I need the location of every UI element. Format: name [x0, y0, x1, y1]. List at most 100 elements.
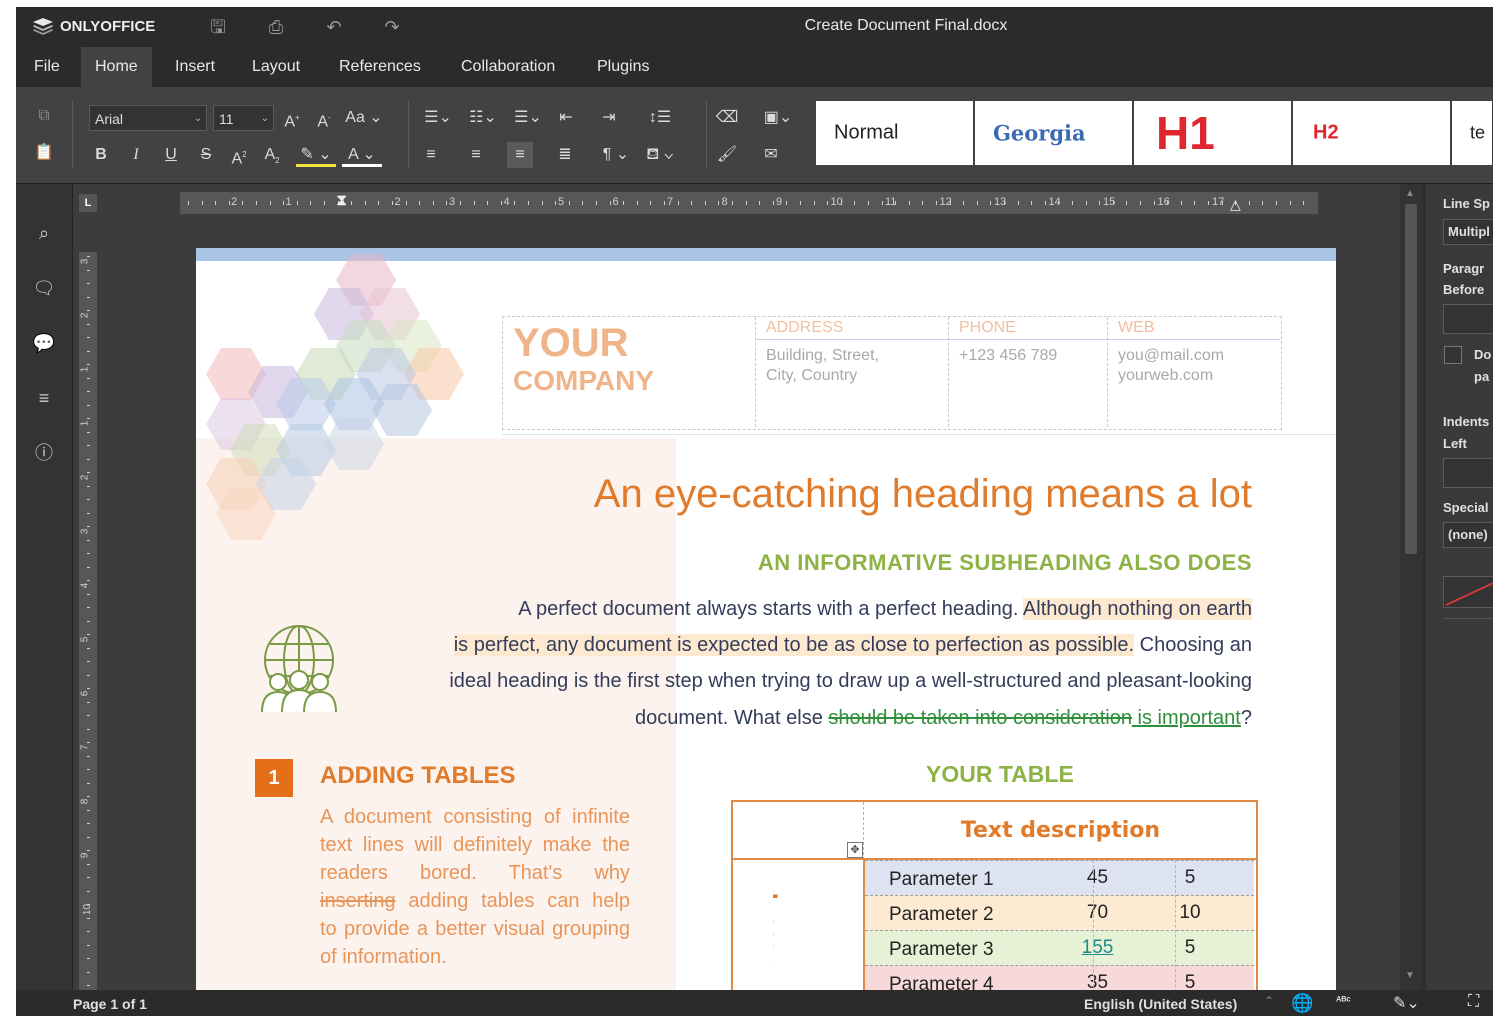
copy-style-icon[interactable]: 🖌 — [714, 142, 740, 168]
left-indent-input[interactable] — [1443, 458, 1493, 488]
tab-stop-selector[interactable]: L — [79, 194, 97, 212]
scroll-up-icon[interactable]: ▲ — [1405, 188, 1415, 199]
align-center-icon[interactable]: ≡ — [463, 142, 489, 168]
spellcheck-icon[interactable]: ᴬᴮᶜ — [1336, 995, 1351, 1007]
paste-icon[interactable]: 📋 — [31, 140, 57, 166]
ruler-tick — [949, 201, 951, 205]
tab-collaboration[interactable]: Collaboration — [447, 47, 569, 87]
clear-style-icon[interactable]: ⌫ — [714, 105, 740, 131]
right-indent-marker-icon[interactable]: △ — [1230, 196, 1241, 213]
mail-merge-icon[interactable]: ✉ — [758, 142, 784, 168]
track-changes-icon[interactable]: ✎⌄ — [1393, 993, 1420, 1013]
ruler-tick — [364, 201, 366, 205]
nonprinting-chars-icon[interactable]: ¶ ⌄ — [596, 142, 636, 168]
subscript-icon[interactable]: A2 — [259, 142, 285, 168]
dont-add-interval-checkbox[interactable] — [1444, 346, 1462, 364]
superscript-icon[interactable]: A2 — [226, 142, 252, 168]
tab-file[interactable]: File — [20, 47, 74, 87]
table-grid-line — [863, 802, 864, 860]
background-color-picker[interactable] — [1443, 576, 1493, 608]
tracked-insertion[interactable]: is important — [1132, 707, 1240, 729]
style-text[interactable]: te — [1452, 101, 1492, 165]
scroll-down-icon[interactable]: ▼ — [1405, 970, 1415, 981]
chevron-up-icon[interactable]: ⌃ — [1264, 994, 1274, 1008]
decrease-indent-icon[interactable]: ⇤ — [553, 105, 579, 131]
ruler-number: 3 — [79, 528, 91, 535]
scrollbar-thumb[interactable] — [1405, 204, 1417, 554]
ruler-tick — [87, 836, 90, 838]
horizontal-ruler[interactable]: 2 1 1 2 3 4 5 6 7 8 9 10 11 12 13 14 15 16 17 ⧗ △ — [180, 192, 1318, 214]
value-cell: 155 — [1081, 937, 1114, 958]
document-language-icon[interactable]: 🌐 — [1291, 993, 1313, 1014]
color-scheme-icon[interactable]: ▣⌄ — [758, 105, 798, 131]
data-table[interactable]: ✥ Text description Text description Para… — [731, 800, 1258, 990]
tab-layout[interactable]: Layout — [238, 47, 314, 87]
strikethrough-icon[interactable]: S — [193, 142, 219, 168]
highlight-color-icon[interactable]: ✎ ⌄ — [296, 142, 336, 167]
tracked-deletion[interactable]: should be taken into consideration — [828, 707, 1132, 729]
navigation-icon[interactable]: ≡ — [32, 386, 56, 410]
text-run: A perfect document always starts with a … — [518, 598, 1023, 620]
underline-icon[interactable]: U — [158, 142, 184, 168]
style-h2[interactable]: H2 — [1293, 101, 1450, 165]
ruler-tick — [87, 512, 90, 514]
table-row[interactable]: Parameter 1 45 5 — [865, 860, 1254, 896]
language-indicator[interactable]: English (United States) — [1084, 996, 1237, 1012]
ruler-tick — [87, 391, 90, 392]
fit-page-icon[interactable]: ⛶ — [1468, 993, 1479, 1011]
chat-icon[interactable]: 💬 — [32, 331, 56, 355]
ruler-tick — [87, 310, 90, 311]
tab-insert[interactable]: Insert — [161, 47, 229, 87]
table-row[interactable]: Parameter 4 35 5 — [865, 965, 1254, 990]
comments-icon[interactable]: 🗨 — [32, 276, 56, 300]
table-move-handle-icon[interactable]: ✥ — [847, 842, 863, 858]
shading-icon[interactable]: ⛾ ⌄ — [640, 142, 680, 168]
phone-header: PHONE — [949, 317, 1107, 340]
ruler-tick — [87, 809, 90, 811]
style-normal[interactable]: Normal — [816, 101, 973, 165]
align-left-icon[interactable]: ≡ — [418, 142, 444, 168]
table-row[interactable]: Parameter 2 70 10 — [865, 895, 1254, 931]
style-georgia[interactable]: Georgia — [975, 101, 1132, 165]
style-h1[interactable]: H1 — [1134, 101, 1291, 165]
increase-font-icon[interactable]: A+ — [279, 105, 305, 131]
indent-marker-icon[interactable]: ⧗ — [336, 192, 347, 210]
font-name-select[interactable]: Arial ⌄ — [89, 105, 207, 131]
page-counter[interactable]: Page 1 of 1 — [73, 996, 147, 1012]
search-icon[interactable]: ⌕ — [32, 221, 56, 245]
ruler-number: 3 — [449, 196, 456, 208]
address-value: Building, Street, City, Country — [766, 347, 879, 384]
vertical-ruler[interactable]: 3 2 1 1 2 3 4 5 6 7 8 9 10 — [79, 252, 97, 990]
about-icon[interactable]: ⓘ — [32, 441, 56, 465]
bold-icon[interactable]: B — [88, 142, 114, 168]
table-row[interactable]: Parameter 3 155 5 — [865, 930, 1254, 966]
italic-icon[interactable]: I — [123, 142, 149, 168]
line-spacing-icon[interactable]: ↕☰ — [640, 105, 680, 131]
ruler-tick — [87, 890, 90, 892]
copy-icon[interactable]: ⧉ — [31, 103, 57, 129]
increase-indent-icon[interactable]: ⇥ — [596, 105, 622, 131]
ruler-tick — [786, 201, 788, 205]
font-color-icon[interactable]: A ⌄ — [342, 142, 382, 167]
line-spacing-select[interactable]: Multipl — [1443, 219, 1493, 245]
ruler-tick — [1303, 201, 1305, 205]
align-right-icon[interactable]: ≡ — [507, 142, 533, 168]
document-page[interactable]: YOUR COMPANY ADDRESS Building, Street, C… — [196, 248, 1336, 990]
multilevel-list-icon[interactable]: ☰⌄ — [508, 105, 548, 131]
web-header: WEB — [1108, 317, 1280, 340]
tab-references[interactable]: References — [325, 47, 435, 87]
bullet-list-icon[interactable]: ☰⌄ — [418, 105, 458, 131]
tab-home[interactable]: Home — [81, 47, 152, 87]
vertical-scrollbar[interactable]: ▲ ▼ — [1400, 184, 1422, 990]
tracked-deletion[interactable]: inserting — [320, 890, 396, 912]
before-input[interactable] — [1443, 304, 1493, 334]
justify-icon[interactable]: ≣ — [552, 142, 578, 168]
change-case-icon[interactable]: Aa ⌄ — [344, 105, 384, 131]
decrease-font-icon[interactable]: A- — [311, 105, 337, 131]
tab-plugins[interactable]: Plugins — [583, 47, 663, 87]
ruler-number: 2 — [79, 312, 91, 319]
numbered-list-icon[interactable]: ☷⌄ — [463, 105, 503, 131]
font-size-select[interactable]: 11 ⌄ — [213, 105, 274, 131]
special-indent-select[interactable]: (none) — [1443, 522, 1493, 548]
ruler-tick — [691, 201, 693, 205]
